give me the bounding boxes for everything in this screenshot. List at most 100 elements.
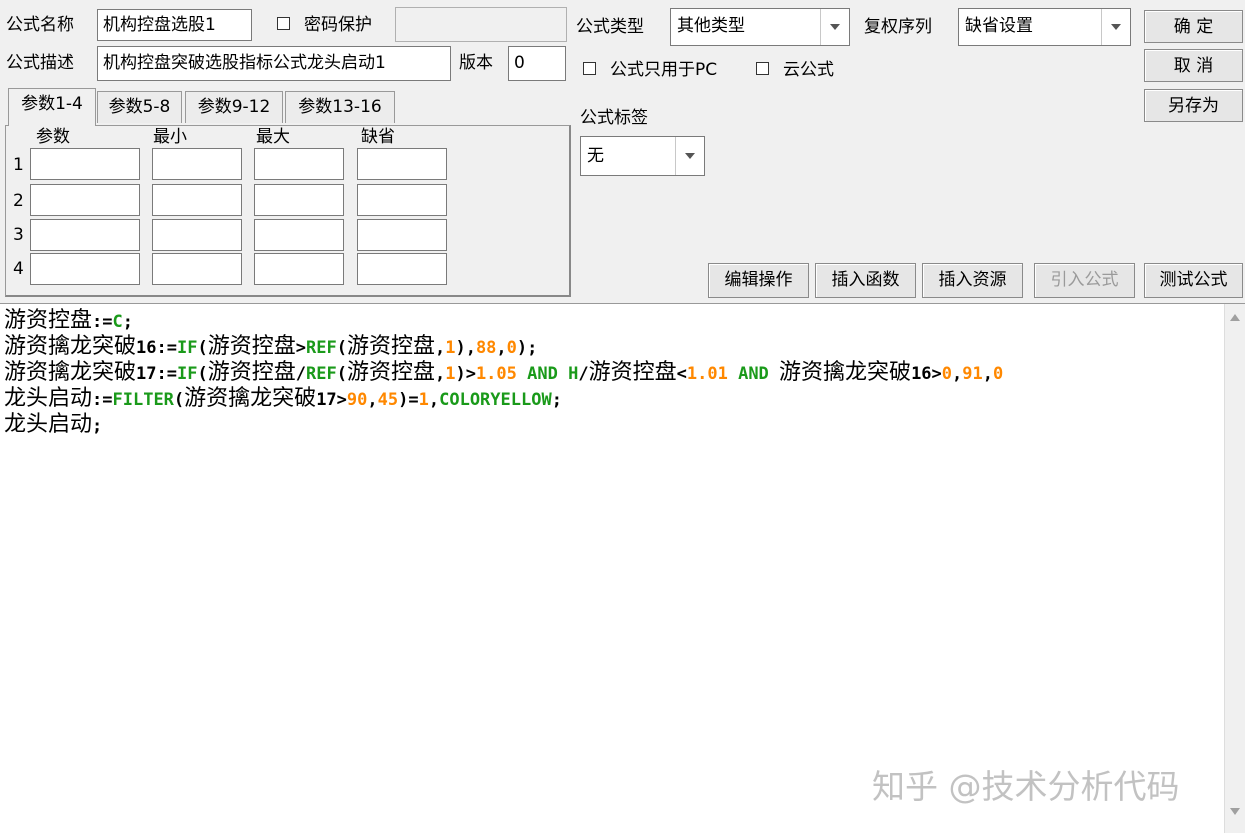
param-3-max-input[interactable] xyxy=(254,219,344,251)
code-text[interactable]: 游资控盘:=C; 游资擒龙突破16:=IF(游资控盘>REF(游资控盘,1),88… xyxy=(4,308,1223,438)
param-4-default-input[interactable] xyxy=(357,253,447,285)
formula-desc-input[interactable]: 机构控盘突破选股指标公式龙头启动1 xyxy=(97,46,451,81)
code-token: REF xyxy=(305,338,337,358)
code-token: 45 xyxy=(377,390,399,410)
cloud-label: 云公式 xyxy=(783,60,834,80)
password-checkbox[interactable] xyxy=(277,17,290,30)
tab-params-9-12[interactable]: 参数9-12 xyxy=(185,91,283,123)
chevron-down-icon[interactable] xyxy=(675,137,704,175)
code-token: )= xyxy=(398,390,419,410)
chevron-down-icon[interactable] xyxy=(1101,9,1130,45)
param-4-min-input[interactable] xyxy=(152,253,242,285)
formula-desc-label: 公式描述 xyxy=(6,53,74,73)
code-token: / xyxy=(295,364,306,384)
code-token: := xyxy=(92,312,113,332)
code-token: ( xyxy=(197,338,208,358)
code-token: / xyxy=(578,364,589,384)
ok-button[interactable]: 确 定 xyxy=(1144,10,1243,43)
code-token: C xyxy=(112,312,123,332)
param-3-name-input[interactable] xyxy=(30,219,140,251)
tab-params-13-16[interactable]: 参数13-16 xyxy=(285,91,395,123)
code-token: )> xyxy=(455,364,476,384)
code-line: 龙头启动:=FILTER(游资擒龙突破17>90,45)=1,COLORYELL… xyxy=(4,386,1223,412)
code-token: , xyxy=(367,390,378,410)
insert-function-button[interactable]: 插入函数 xyxy=(815,263,916,298)
scroll-down-arrow-icon[interactable] xyxy=(1230,808,1240,815)
param-2-max-input[interactable] xyxy=(254,184,344,216)
import-formula-button[interactable]: 引入公式 xyxy=(1034,263,1135,298)
vertical-scrollbar[interactable] xyxy=(1224,304,1245,833)
code-token: ( xyxy=(173,390,185,410)
param-1-default-input[interactable] xyxy=(357,148,447,180)
pc-only-checkbox[interactable] xyxy=(583,62,596,75)
formula-code-editor[interactable]: 游资控盘:=C; 游资擒龙突破16:=IF(游资控盘>REF(游资控盘,1),88… xyxy=(0,303,1245,833)
tab-params-1-4[interactable]: 参数1-4 xyxy=(8,88,96,126)
code-token: 龙头启动 xyxy=(4,412,93,437)
code-token: 1.01 xyxy=(686,364,728,384)
password-input[interactable] xyxy=(395,7,567,42)
code-token: := xyxy=(92,390,113,410)
fuquan-label: 复权序列 xyxy=(864,17,932,37)
code-token: , xyxy=(434,338,446,358)
formula-name-label: 公式名称 xyxy=(6,15,74,35)
param-4-max-input[interactable] xyxy=(254,253,344,285)
code-token: 游资控盘 xyxy=(207,334,296,359)
param-1-min-input[interactable] xyxy=(152,148,242,180)
code-line: 游资擒龙突破16:=IF(游资控盘>REF(游资控盘,1),88,0); xyxy=(4,334,1223,360)
cancel-button[interactable]: 取 消 xyxy=(1144,49,1243,82)
param-2-name-input[interactable] xyxy=(30,184,140,216)
param-2-min-input[interactable] xyxy=(152,184,242,216)
watermark: 知乎 @技术分析代码 xyxy=(872,767,1180,806)
code-token: > xyxy=(295,338,306,358)
code-token: ( xyxy=(336,364,347,384)
code-token: 17:= xyxy=(136,364,177,384)
chevron-down-icon[interactable] xyxy=(820,9,849,45)
version-label: 版本 xyxy=(459,53,493,73)
code-token: ); xyxy=(516,338,538,358)
insert-resource-button[interactable]: 插入资源 xyxy=(922,263,1023,298)
param-4-name-input[interactable] xyxy=(30,253,140,285)
code-token: 16> xyxy=(911,364,942,384)
code-token: COLORYELLOW xyxy=(439,390,552,410)
code-token: 0 xyxy=(506,338,517,358)
code-token: , xyxy=(982,364,994,384)
param-3-default-input[interactable] xyxy=(357,219,447,251)
code-token: 游资控盘 xyxy=(346,334,435,359)
code-token: 游资控盘 xyxy=(346,360,435,385)
code-token: ; xyxy=(551,390,562,410)
code-token: 0 xyxy=(941,364,953,384)
pc-only-label: 公式只用于PC xyxy=(610,60,718,80)
code-token: 游资擒龙突破 xyxy=(4,360,137,385)
code-token: AND xyxy=(738,364,769,384)
cloud-checkbox[interactable] xyxy=(756,62,769,75)
formula-name-input[interactable]: 机构控盘选股1 xyxy=(97,9,252,41)
formula-type-select[interactable]: 其他类型 xyxy=(670,8,850,46)
param-1-name-input[interactable] xyxy=(30,148,140,180)
param-header-min: 最小 xyxy=(153,127,187,147)
code-token: 90 xyxy=(346,390,368,410)
formula-tag-label: 公式标签 xyxy=(580,108,648,128)
code-line: 游资控盘:=C; xyxy=(4,308,1223,334)
code-token: 0 xyxy=(993,364,1004,384)
code-token: 游资控盘 xyxy=(588,360,677,385)
tab-params-5-8[interactable]: 参数5-8 xyxy=(97,91,182,123)
param-row-label: 4 xyxy=(13,259,24,279)
code-token: , xyxy=(496,338,507,358)
formula-tag-select[interactable]: 无 xyxy=(580,136,705,176)
edit-ops-button[interactable]: 编辑操作 xyxy=(708,263,809,298)
code-token: REF xyxy=(305,364,337,384)
code-token: 88 xyxy=(475,338,497,358)
formula-type-label: 公式类型 xyxy=(576,17,644,37)
param-3-min-input[interactable] xyxy=(152,219,242,251)
param-2-default-input[interactable] xyxy=(357,184,447,216)
code-token: 游资控盘 xyxy=(207,360,296,385)
scroll-up-arrow-icon[interactable] xyxy=(1230,314,1240,321)
param-1-max-input[interactable] xyxy=(254,148,344,180)
code-token: 游资控盘 xyxy=(4,308,93,333)
test-formula-button[interactable]: 测试公式 xyxy=(1144,263,1243,298)
code-token: , xyxy=(434,364,446,384)
save-as-button[interactable]: 另存为 xyxy=(1144,89,1243,122)
version-input[interactable]: 0 xyxy=(508,46,566,81)
fuquan-select[interactable]: 缺省设置 xyxy=(958,8,1131,46)
